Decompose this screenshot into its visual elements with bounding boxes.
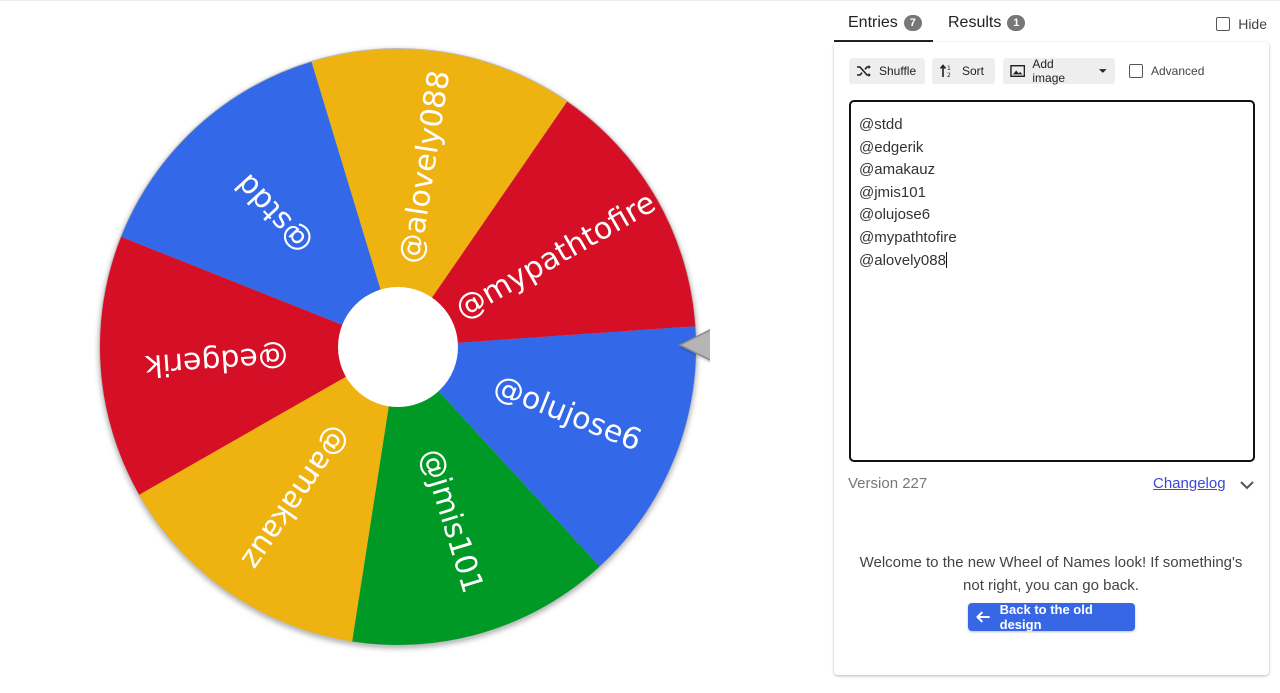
entry-line: @amakauz xyxy=(859,161,936,179)
wheel-center-hub[interactable] xyxy=(338,287,458,407)
entry-line: @edgerik xyxy=(859,138,924,156)
chevron-down-icon[interactable] xyxy=(1238,476,1256,494)
advanced-label: Advanced xyxy=(1151,64,1205,78)
sidebar-tabs: Entries 7 Results 1 Hide xyxy=(834,0,1269,42)
entries-count-badge: 7 xyxy=(903,15,922,31)
entry-line: @mypathtofire xyxy=(859,228,957,246)
svg-text:1: 1 xyxy=(947,65,951,72)
version-label: Version 227 xyxy=(848,475,928,492)
back-button-label: Back to the old design xyxy=(999,602,1093,632)
wheel[interactable]: @olujose6 @jmis101 @amakauz @edgerik @stdd @a… xyxy=(90,37,710,657)
results-count-badge: 1 xyxy=(1007,15,1026,31)
caret-down-icon xyxy=(1099,69,1108,73)
hide-toggle[interactable]: Hide xyxy=(1216,16,1267,32)
back-to-old-design-button[interactable]: Back to the old design xyxy=(968,602,1135,632)
entry-line: @alovely088 xyxy=(859,251,946,269)
sort-icon: 1 2 xyxy=(939,64,951,78)
entry-line: @olujose6 xyxy=(859,206,931,224)
hide-checkbox[interactable] xyxy=(1216,17,1231,31)
entries-textarea[interactable]: @stdd @edgerik @amakauz @jmis101 @olujos… xyxy=(849,100,1255,462)
shuffle-icon xyxy=(857,65,871,77)
add-image-button[interactable]: Add image xyxy=(1003,57,1115,85)
changelog-link[interactable]: Changelog xyxy=(1153,475,1226,492)
shuffle-button[interactable]: Shuffle xyxy=(849,58,925,84)
image-icon xyxy=(1010,65,1026,77)
sort-button[interactable]: 1 2 Sort xyxy=(932,58,995,84)
advanced-toggle[interactable]: Advanced xyxy=(1129,64,1204,78)
sort-label: Sort xyxy=(962,64,985,78)
entries-list: @stdd @edgerik @amakauz @jmis101 @olujos… xyxy=(859,114,957,272)
tab-entries[interactable]: Entries 7 xyxy=(848,14,922,32)
tab-results[interactable]: Results 1 xyxy=(948,14,1026,32)
text-caret xyxy=(945,251,947,268)
welcome-message: Welcome to the new Wheel of Names look! … xyxy=(859,554,1243,594)
tab-results-label: Results xyxy=(948,14,1002,31)
svg-text:2: 2 xyxy=(947,72,951,78)
entry-line: @jmis101 xyxy=(859,183,926,201)
wheel-canvas[interactable]: @olujose6@jmis101@amakauz@edgerik@stdd @a… xyxy=(90,37,710,657)
shuffle-label: Shuffle xyxy=(879,64,917,78)
entry-line-last: @alovely088 xyxy=(859,250,957,273)
add-image-label: Add image xyxy=(1032,57,1066,85)
hide-label: Hide xyxy=(1238,16,1267,32)
tab-entries-label: Entries xyxy=(848,14,898,31)
entry-line: @stdd xyxy=(859,116,903,133)
arrow-left-icon xyxy=(976,611,990,623)
advanced-checkbox[interactable] xyxy=(1129,64,1143,78)
